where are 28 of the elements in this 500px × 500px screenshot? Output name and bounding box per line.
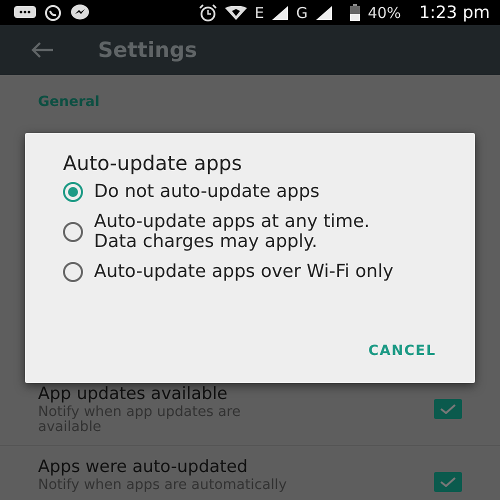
vpn-icon <box>224 6 247 20</box>
phone-bubble-icon <box>44 4 62 22</box>
option-label[interactable]: Auto-update apps at any time. Data charges may apply. <box>94 212 404 252</box>
setting-title: App updates available <box>38 385 229 404</box>
signal-icon <box>316 6 332 20</box>
setting-title: Apps were auto-updated <box>38 458 249 477</box>
option-label[interactable]: Auto-update apps over Wi-Fi only <box>94 262 394 282</box>
battery-icon <box>350 4 360 21</box>
radio-button[interactable] <box>63 182 83 202</box>
message-icon <box>14 6 36 20</box>
section-header: General <box>37 93 101 112</box>
radio-button[interactable] <box>63 262 83 282</box>
screen-title: Settings <box>98 38 198 62</box>
back-arrow-icon[interactable] <box>30 41 54 59</box>
signal-icon <box>272 6 288 20</box>
battery-percent: 40% <box>368 4 402 22</box>
check-icon <box>440 477 456 487</box>
alarm-icon <box>198 4 217 22</box>
network-type: G <box>296 4 308 22</box>
option-label[interactable]: Do not auto-update apps <box>94 182 320 202</box>
network-type: E <box>254 4 264 22</box>
radio-button[interactable] <box>63 222 83 242</box>
checkbox[interactable] <box>434 399 462 419</box>
dialog-title: Auto-update apps <box>63 151 243 175</box>
clock: 1:23 pm <box>419 2 490 22</box>
checkbox[interactable] <box>434 472 462 492</box>
check-icon <box>440 404 456 414</box>
chat-bubble-icon <box>70 4 90 22</box>
